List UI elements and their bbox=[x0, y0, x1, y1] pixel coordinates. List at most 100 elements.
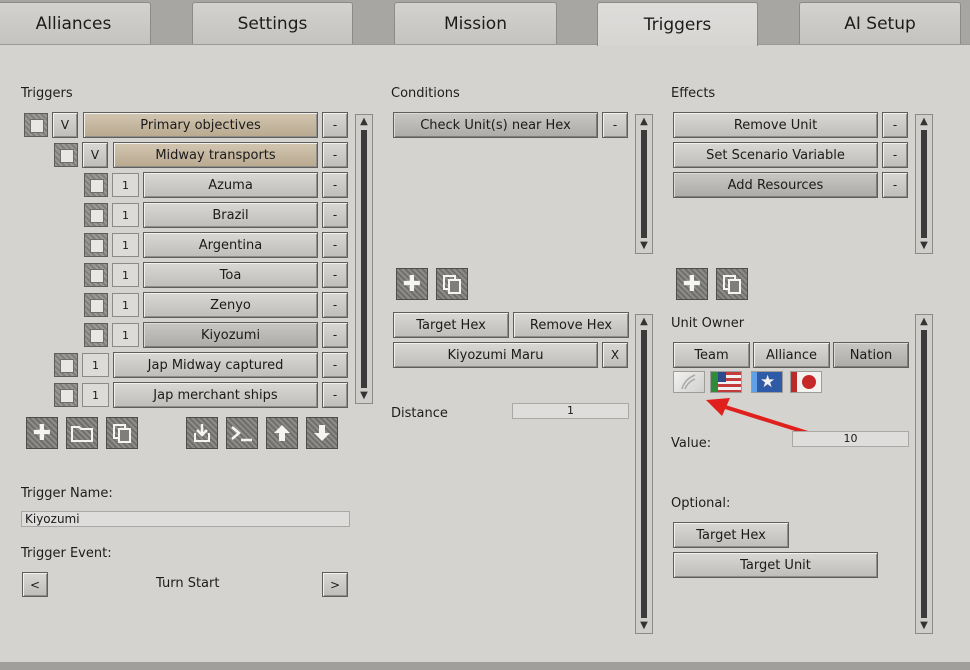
add-icon[interactable]: ✚ bbox=[396, 268, 428, 300]
event-next-button[interactable]: > bbox=[322, 572, 348, 597]
add-icon[interactable]: ✚ bbox=[676, 268, 708, 300]
condition-unit-clear-button[interactable]: X bbox=[602, 342, 628, 368]
scroll-up-icon[interactable]: ▲ bbox=[918, 116, 930, 128]
distance-input[interactable]: 1 bbox=[512, 403, 629, 419]
trigger-item[interactable]: Primary objectives bbox=[83, 112, 318, 138]
trigger-remove-button[interactable]: - bbox=[322, 172, 348, 198]
trigger-expand-toggle[interactable]: V bbox=[52, 112, 78, 138]
effect-item[interactable]: Set Scenario Variable bbox=[673, 142, 878, 168]
scroll-down-icon[interactable]: ▼ bbox=[638, 620, 650, 632]
scroll-up-icon[interactable]: ▲ bbox=[638, 116, 650, 128]
move-down-icon[interactable] bbox=[306, 417, 338, 449]
scroll-down-icon[interactable]: ▼ bbox=[638, 240, 650, 252]
trigger-item[interactable]: Toa bbox=[143, 262, 318, 288]
trigger-remove-button[interactable]: - bbox=[322, 202, 348, 228]
value-label: Value: bbox=[671, 436, 712, 451]
effect-remove-button[interactable]: - bbox=[882, 172, 908, 198]
condition-remove-hex-button[interactable]: Remove Hex bbox=[513, 312, 629, 338]
trigger-count: 1 bbox=[82, 383, 109, 407]
trigger-remove-button[interactable]: - bbox=[322, 112, 348, 138]
trigger-checkbox[interactable] bbox=[84, 323, 108, 347]
value-input[interactable]: 10 bbox=[792, 431, 909, 447]
owner-alliance-button[interactable]: Alliance bbox=[753, 342, 830, 368]
owner-team-button[interactable]: Team bbox=[673, 342, 750, 368]
bottom-border bbox=[0, 662, 970, 670]
effect-item-selected[interactable]: Add Resources bbox=[673, 172, 878, 198]
trigger-checkbox[interactable] bbox=[84, 173, 108, 197]
trigger-item-selected[interactable]: Kiyozumi bbox=[143, 322, 318, 348]
effect-params-scrollbar[interactable]: ▲ ▼ bbox=[915, 314, 933, 634]
scroll-up-icon[interactable]: ▲ bbox=[638, 316, 650, 328]
trigger-event-label: Trigger Event: bbox=[21, 546, 112, 561]
effect-item[interactable]: Remove Unit bbox=[673, 112, 878, 138]
trigger-item[interactable]: Midway transports bbox=[113, 142, 318, 168]
trigger-item[interactable]: Jap merchant ships bbox=[113, 382, 318, 408]
scroll-up-icon[interactable]: ▲ bbox=[918, 316, 930, 328]
trigger-item[interactable]: Brazil bbox=[143, 202, 318, 228]
move-up-icon[interactable] bbox=[266, 417, 298, 449]
event-prev-button[interactable]: < bbox=[22, 572, 48, 597]
trigger-item[interactable]: Argentina bbox=[143, 232, 318, 258]
folder-icon[interactable] bbox=[66, 417, 98, 449]
console-icon[interactable] bbox=[226, 417, 258, 449]
tab-mission[interactable]: Mission bbox=[394, 2, 557, 44]
trigger-expand-toggle[interactable]: V bbox=[82, 142, 108, 168]
trigger-checkbox[interactable] bbox=[84, 233, 108, 257]
triggers-scrollbar[interactable]: ▲ ▼ bbox=[355, 114, 373, 404]
scroll-down-icon[interactable]: ▼ bbox=[358, 390, 370, 402]
japan-flag-icon[interactable] bbox=[790, 371, 822, 393]
trigger-remove-button[interactable]: - bbox=[322, 232, 348, 258]
condition-remove-button[interactable]: - bbox=[602, 112, 628, 138]
scroll-down-icon[interactable]: ▼ bbox=[918, 620, 930, 632]
conditions-scrollbar[interactable]: ▲ ▼ bbox=[635, 114, 653, 254]
trigger-checkbox[interactable] bbox=[54, 383, 78, 407]
trigger-remove-button[interactable]: - bbox=[322, 352, 348, 378]
trigger-remove-button[interactable]: - bbox=[322, 382, 348, 408]
trigger-count: 1 bbox=[112, 203, 139, 227]
scroll-track[interactable] bbox=[641, 330, 647, 618]
star-flag-icon[interactable]: ★ bbox=[751, 371, 783, 393]
effect-target-unit-button[interactable]: Target Unit bbox=[673, 552, 878, 578]
trigger-checkbox[interactable] bbox=[84, 263, 108, 287]
copy-icon[interactable] bbox=[106, 417, 138, 449]
tab-ai-setup[interactable]: AI Setup bbox=[799, 2, 961, 44]
copy-icon[interactable] bbox=[716, 268, 748, 300]
trigger-checkbox[interactable] bbox=[54, 143, 78, 167]
tab-settings[interactable]: Settings bbox=[192, 2, 353, 44]
trigger-checkbox[interactable] bbox=[54, 353, 78, 377]
scroll-track[interactable] bbox=[921, 330, 927, 618]
condition-target-hex-button[interactable]: Target Hex bbox=[393, 312, 509, 338]
effect-target-hex-button[interactable]: Target Hex bbox=[673, 522, 789, 548]
trigger-checkbox[interactable] bbox=[84, 203, 108, 227]
effect-remove-button[interactable]: - bbox=[882, 112, 908, 138]
scroll-track[interactable] bbox=[921, 130, 927, 238]
trigger-item[interactable]: Jap Midway captured bbox=[113, 352, 318, 378]
trigger-remove-button[interactable]: - bbox=[322, 142, 348, 168]
trigger-checkbox[interactable] bbox=[24, 113, 48, 137]
trigger-remove-button[interactable]: - bbox=[322, 262, 348, 288]
scroll-track[interactable] bbox=[361, 130, 367, 388]
condition-params-scrollbar[interactable]: ▲ ▼ bbox=[635, 314, 653, 634]
trigger-remove-button[interactable]: - bbox=[322, 292, 348, 318]
trigger-remove-button[interactable]: - bbox=[322, 322, 348, 348]
tab-alliances[interactable]: Alliances bbox=[0, 2, 151, 44]
scroll-track[interactable] bbox=[641, 130, 647, 238]
trigger-name-input[interactable]: Kiyozumi bbox=[21, 511, 350, 527]
add-icon[interactable]: ✚ bbox=[26, 417, 58, 449]
condition-unit-button[interactable]: Kiyozumi Maru bbox=[393, 342, 598, 368]
us-flag-icon[interactable] bbox=[710, 371, 742, 393]
trigger-count: 1 bbox=[112, 173, 139, 197]
tab-triggers[interactable]: Triggers bbox=[597, 2, 758, 46]
effects-scrollbar[interactable]: ▲ ▼ bbox=[915, 114, 933, 254]
scroll-down-icon[interactable]: ▼ bbox=[918, 240, 930, 252]
unassigned-flag-icon[interactable] bbox=[673, 371, 705, 393]
scroll-up-icon[interactable]: ▲ bbox=[358, 116, 370, 128]
owner-nation-button[interactable]: Nation bbox=[833, 342, 909, 368]
trigger-checkbox[interactable] bbox=[84, 293, 108, 317]
effect-remove-button[interactable]: - bbox=[882, 142, 908, 168]
trigger-item[interactable]: Zenyo bbox=[143, 292, 318, 318]
trigger-item[interactable]: Azuma bbox=[143, 172, 318, 198]
import-icon[interactable] bbox=[186, 417, 218, 449]
copy-icon[interactable] bbox=[436, 268, 468, 300]
condition-item[interactable]: Check Unit(s) near Hex bbox=[393, 112, 598, 138]
